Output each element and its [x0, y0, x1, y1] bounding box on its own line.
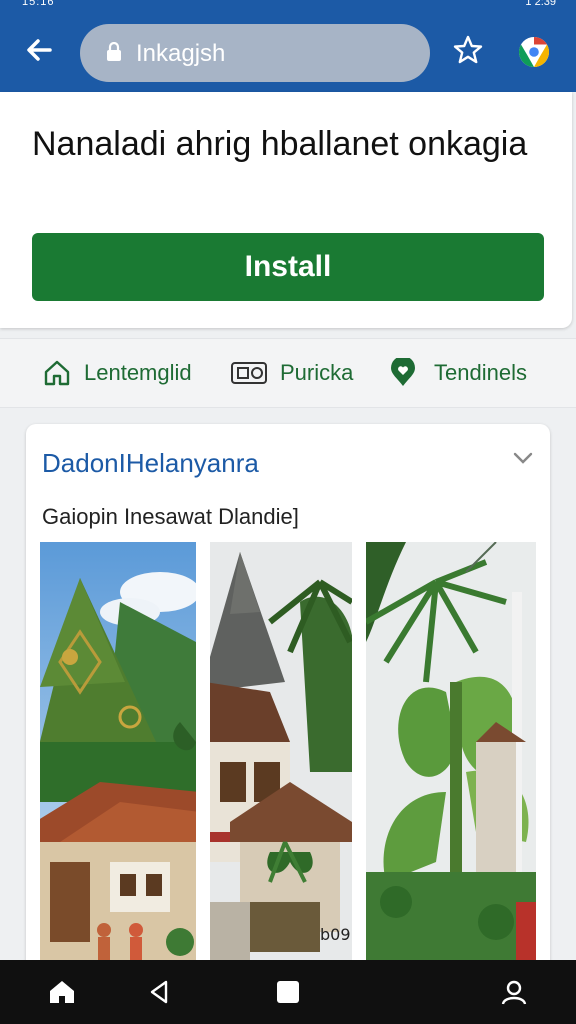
photo-caption: b09: [320, 925, 351, 944]
chevron-down-icon[interactable]: [512, 450, 534, 466]
status-right: 1 2:39: [525, 0, 556, 8]
nav-item-label: Puricka: [280, 360, 354, 385]
home-icon: [44, 360, 70, 386]
status-time: 15:16: [22, 0, 55, 8]
card-title: DadonIHelanyanra: [42, 448, 259, 478]
nav-item-tendinels[interactable]: Tendinels: [388, 357, 527, 389]
home-icon[interactable]: [48, 978, 76, 1006]
photo-plants[interactable]: [366, 542, 536, 962]
lock-icon: [107, 42, 121, 61]
browser-toolbar: Inkagjsh: [0, 10, 576, 92]
category-nav: Lentemglid Puricka Tendinels: [0, 338, 576, 408]
chrome-icon[interactable]: [516, 34, 552, 70]
recents-icon[interactable]: [274, 978, 302, 1006]
nav-item-puricka[interactable]: Puricka: [230, 357, 353, 389]
location-heart-icon: [391, 358, 415, 386]
bookmark-star-icon[interactable]: [452, 34, 484, 66]
photo-temple-mountain[interactable]: [40, 542, 196, 962]
photo-house-palm[interactable]: b09: [210, 542, 352, 962]
card-subtitle: Gaiopin Inesawat Dlandie]: [42, 504, 299, 529]
install-card: Nanaladi ahrig hballanet onkagia Install: [0, 92, 572, 328]
nav-item-label: Tendinels: [434, 360, 527, 385]
ticket-icon: [231, 362, 267, 384]
account-icon[interactable]: [500, 978, 528, 1006]
app-title: Nanaladi ahrig hballanet onkagia: [32, 125, 528, 163]
back-icon[interactable]: [146, 978, 174, 1006]
nav-item-lentemglid[interactable]: Lentemglid: [42, 357, 192, 389]
url-bar[interactable]: Inkagjsh: [80, 24, 430, 82]
back-arrow-icon[interactable]: [22, 32, 58, 68]
url-text: Inkagjsh: [136, 40, 226, 67]
content-card: DadonIHelanyanra Gaiopin Inesawat Dlandi…: [26, 424, 550, 984]
system-nav-bar: [0, 960, 576, 1024]
nav-item-label: Lentemglid: [84, 360, 192, 385]
status-bar: 15:16 1 2:39: [0, 0, 576, 10]
install-button[interactable]: Install: [32, 233, 544, 301]
